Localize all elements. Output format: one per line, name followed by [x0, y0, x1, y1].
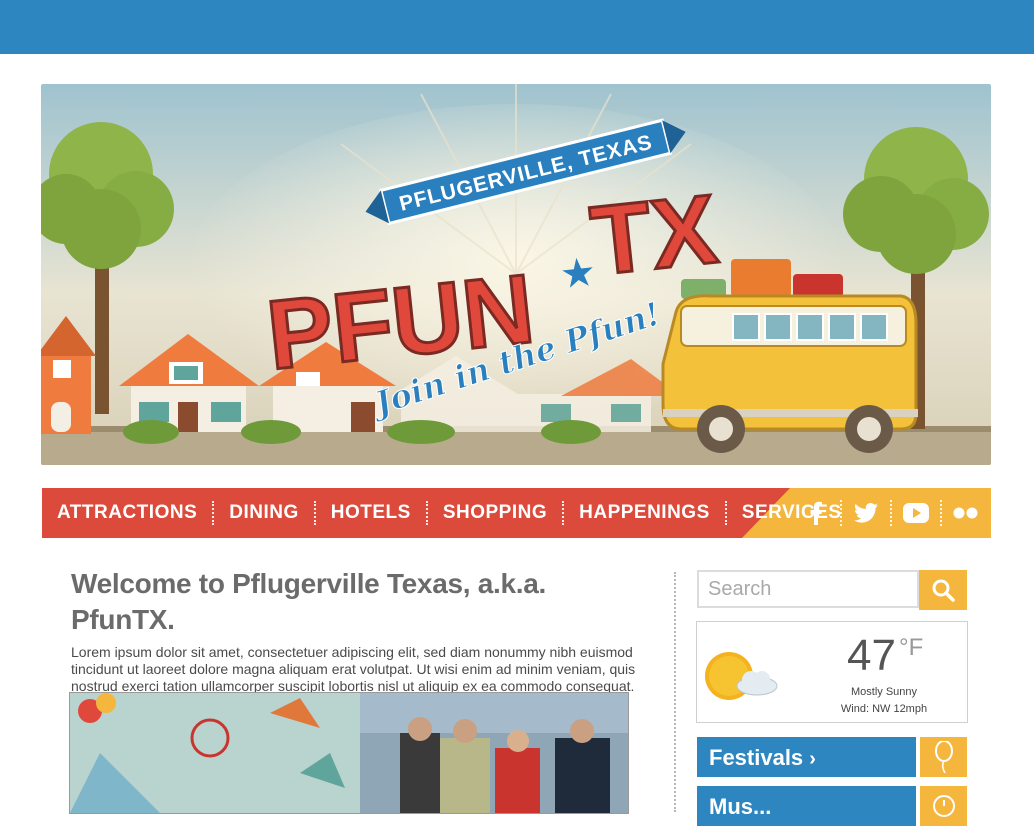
- featured-photo-image: [70, 693, 628, 813]
- chevron-right-icon: ›: [809, 748, 816, 770]
- hero-logo-right: TX: [586, 173, 722, 295]
- main-nav: ATTRACTIONS DINING HOTELS SHOPPING HAPPE…: [42, 488, 991, 538]
- social-links: [792, 488, 990, 538]
- youtube-icon[interactable]: [892, 488, 940, 538]
- clock-icon-button[interactable]: [920, 786, 967, 826]
- partly-sunny-icon: [705, 652, 778, 700]
- festivals-label: Festivals: [709, 745, 804, 770]
- top-bar: [0, 0, 1034, 54]
- balloon-icon-button[interactable]: [920, 737, 967, 777]
- page-title: Welcome to Pflugerville Texas, a.k.a. Pf…: [71, 568, 546, 635]
- music-button[interactable]: Mus...: [697, 786, 916, 826]
- search-bar: [697, 570, 967, 610]
- content-divider: [674, 572, 676, 812]
- twitter-icon[interactable]: [842, 488, 890, 538]
- hero-logo-star: ★: [558, 249, 598, 298]
- weather-wind: Wind: NW 12mph: [840, 703, 928, 715]
- main-content: Welcome to Pflugerville Texas, a.k.a. Pf…: [71, 566, 651, 712]
- music-label: Mus...: [709, 794, 772, 819]
- flickr-icon[interactable]: [942, 488, 990, 538]
- festivals-button[interactable]: Festivals ›: [697, 737, 916, 777]
- featured-photo[interactable]: [69, 692, 629, 814]
- weather-widget: 47 °F Mostly Sunny Wind: NW 12mph: [696, 621, 968, 723]
- weather-condition: Mostly Sunny: [850, 686, 918, 698]
- nav-item-attractions[interactable]: ATTRACTIONS: [42, 488, 212, 538]
- hero-banner: PFLUGERVILLE, TEXAS PFUN ★ TX Join in th…: [41, 84, 991, 465]
- search-icon: [932, 579, 955, 602]
- nav-item-hotels[interactable]: HOTELS: [316, 488, 426, 538]
- nav-item-shopping[interactable]: SHOPPING: [428, 488, 562, 538]
- temperature: 47: [847, 631, 896, 680]
- nav-items: ATTRACTIONS DINING HOTELS SHOPPING HAPPE…: [42, 488, 857, 538]
- nav-item-happenings[interactable]: HAPPENINGS: [564, 488, 725, 538]
- balloon-icon: [934, 741, 953, 773]
- clock-icon: [932, 795, 955, 817]
- search-input[interactable]: [697, 570, 919, 608]
- hero-illustration: PFLUGERVILLE, TEXAS PFUN ★ TX Join in th…: [41, 84, 991, 465]
- nav-item-dining[interactable]: DINING: [214, 488, 314, 538]
- facebook-icon[interactable]: [792, 488, 840, 538]
- temperature-unit: °F: [899, 634, 924, 661]
- search-button[interactable]: [919, 570, 967, 610]
